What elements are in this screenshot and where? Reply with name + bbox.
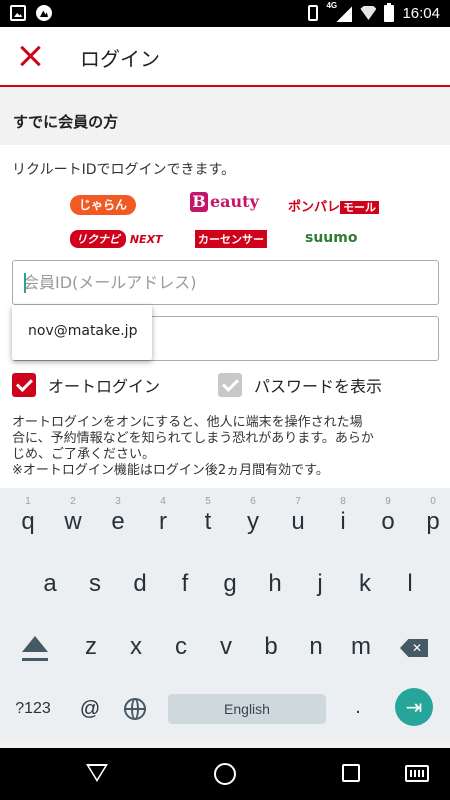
key-o[interactable]: o9 [373, 496, 403, 536]
key-v[interactable]: v [211, 633, 241, 661]
key-r[interactable]: r4 [148, 496, 178, 536]
autocomplete-suggestion[interactable]: nov@matake.jp [12, 305, 152, 360]
key-f[interactable]: f [170, 570, 200, 598]
jalan-logo: じゃらん [70, 195, 136, 215]
key-hint: 4 [160, 496, 166, 507]
close-icon[interactable] [14, 39, 48, 73]
auto-login-notice: オートログインをオンにすると、他人に端末を操作された場 合に、予約情報などを知ら… [12, 415, 374, 478]
photo-icon [36, 5, 52, 21]
key-hint: 0 [430, 496, 436, 507]
cell-signal-icon: 4G [326, 1, 353, 22]
at-key[interactable]: @ [72, 698, 108, 721]
key-hint: 1 [25, 496, 31, 507]
shift-icon[interactable] [22, 636, 48, 664]
auto-login-label: オートログイン [48, 377, 161, 396]
battery-icon [384, 2, 395, 22]
key-z[interactable]: z [76, 633, 106, 661]
suumo-logo: suumo [305, 230, 358, 246]
key-c[interactable]: c [166, 633, 196, 661]
key-hint: 7 [295, 496, 301, 507]
service-logos: じゃらん Beauty ポンパレ モール リクナビ NEXT カーセンサー suu… [60, 190, 400, 255]
key-w[interactable]: w2 [58, 496, 88, 536]
key-hint: 2 [70, 496, 76, 507]
wifi-icon [360, 6, 377, 20]
show-password-label: パスワードを表示 [254, 377, 383, 396]
clock: 16:04 [402, 4, 440, 22]
globe-icon[interactable] [124, 698, 146, 720]
next-arrow-icon[interactable]: ⇥ [395, 688, 433, 726]
key-b[interactable]: b [256, 633, 286, 661]
gallery-icon [10, 5, 26, 21]
member-id-field[interactable] [12, 260, 439, 305]
key-i[interactable]: i8 [328, 496, 358, 536]
auto-login-checkbox[interactable]: オートログイン [12, 373, 160, 397]
section-title: すでに会員の方 [13, 113, 119, 131]
checkbox-unchecked-icon[interactable] [218, 373, 242, 397]
member-id-input[interactable] [13, 261, 438, 304]
home-icon[interactable] [214, 763, 236, 785]
soft-keyboard: q1 w2 e3 r4 t5 y6 u7 i8 o9 p0 asdfghjkl zxcvbnm ✕… [0, 488, 450, 740]
recents-icon[interactable] [342, 764, 360, 782]
system-icons: 4G 16:04 [308, 1, 440, 22]
key-p[interactable]: p0 [418, 496, 448, 536]
key-k[interactable]: k [350, 570, 380, 598]
period-key[interactable]: . [340, 696, 376, 719]
suggestion-email[interactable]: nov@matake.jp [28, 323, 137, 339]
key-j[interactable]: j [305, 570, 335, 598]
key-e[interactable]: e3 [103, 496, 133, 536]
key-n[interactable]: n [301, 633, 331, 661]
key-hint: 9 [385, 496, 391, 507]
navigation-bar [0, 748, 450, 800]
key-g[interactable]: g [215, 570, 245, 598]
key-m[interactable]: m [346, 633, 376, 661]
key-hint: 5 [205, 496, 211, 507]
key-u[interactable]: u7 [283, 496, 313, 536]
login-lead-text: リクルートIDでログインできます。 [12, 162, 236, 178]
key-h[interactable]: h [260, 570, 290, 598]
ponpare-mall-logo: ポンパレ モール [288, 196, 380, 215]
key-hint: 3 [115, 496, 121, 507]
hotpepper-beauty-logo: Beauty [190, 192, 259, 212]
page-title: ログイン [80, 47, 160, 71]
network-type: 4G [326, 1, 338, 10]
notification-icons [10, 5, 52, 21]
key-l[interactable]: l [395, 570, 425, 598]
text-cursor [24, 273, 26, 293]
space-key[interactable]: English [168, 694, 326, 724]
key-t[interactable]: t5 [193, 496, 223, 536]
key-a[interactable]: a [35, 570, 65, 598]
vibrate-icon [308, 5, 319, 21]
carsensor-logo: カーセンサー [195, 230, 267, 248]
key-x[interactable]: x [121, 633, 151, 661]
key-hint: 8 [340, 496, 346, 507]
checkbox-checked-icon[interactable] [12, 373, 36, 397]
symbols-key[interactable]: ?123 [8, 700, 58, 718]
backspace-icon[interactable]: ✕ [400, 639, 428, 657]
key-y[interactable]: y6 [238, 496, 268, 536]
key-hint: 6 [250, 496, 256, 507]
key-q[interactable]: q1 [13, 496, 43, 536]
keyboard-switch-icon[interactable] [405, 765, 429, 782]
rikunabi-next-logo: リクナビ NEXT [70, 230, 163, 248]
app-bar: ログイン [0, 27, 450, 87]
status-bar: 4G 16:04 [0, 0, 450, 27]
key-d[interactable]: d [125, 570, 155, 598]
show-password-checkbox[interactable]: パスワードを表示 [218, 373, 382, 397]
key-s[interactable]: s [80, 570, 110, 598]
